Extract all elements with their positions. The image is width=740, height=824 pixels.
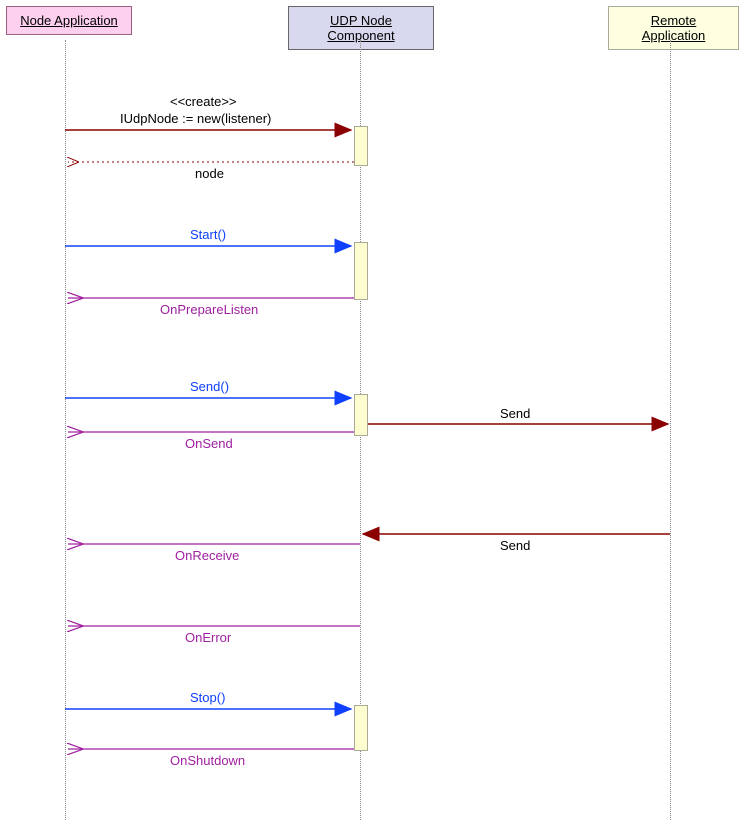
msg-create-stereotype: <<create>> — [170, 94, 237, 109]
msg-send-from-remote: Send — [500, 538, 530, 553]
msg-node-return: node — [195, 166, 224, 181]
activation-start — [354, 242, 368, 300]
participant-remote-application: Remote Application — [608, 6, 739, 50]
msg-onreceive: OnReceive — [175, 548, 239, 563]
participant-udp-node-component: UDP Node Component — [288, 6, 434, 50]
arrows-layer — [0, 0, 740, 824]
activation-stop — [354, 705, 368, 751]
msg-start: Start() — [190, 227, 226, 242]
activation-create — [354, 126, 368, 166]
lifeline-node-application — [65, 40, 66, 820]
msg-create-label: IUdpNode := new(listener) — [120, 111, 271, 126]
msg-onpreparelisten: OnPrepareListen — [160, 302, 258, 317]
msg-send-call: Send() — [190, 379, 229, 394]
msg-send-remote: Send — [500, 406, 530, 421]
msg-onshutdown: OnShutdown — [170, 753, 245, 768]
lifeline-remote-application — [670, 40, 671, 820]
msg-onerror: OnError — [185, 630, 231, 645]
msg-onsend: OnSend — [185, 436, 233, 451]
msg-stop: Stop() — [190, 690, 225, 705]
participant-node-application: Node Application — [6, 6, 132, 35]
activation-send — [354, 394, 368, 436]
